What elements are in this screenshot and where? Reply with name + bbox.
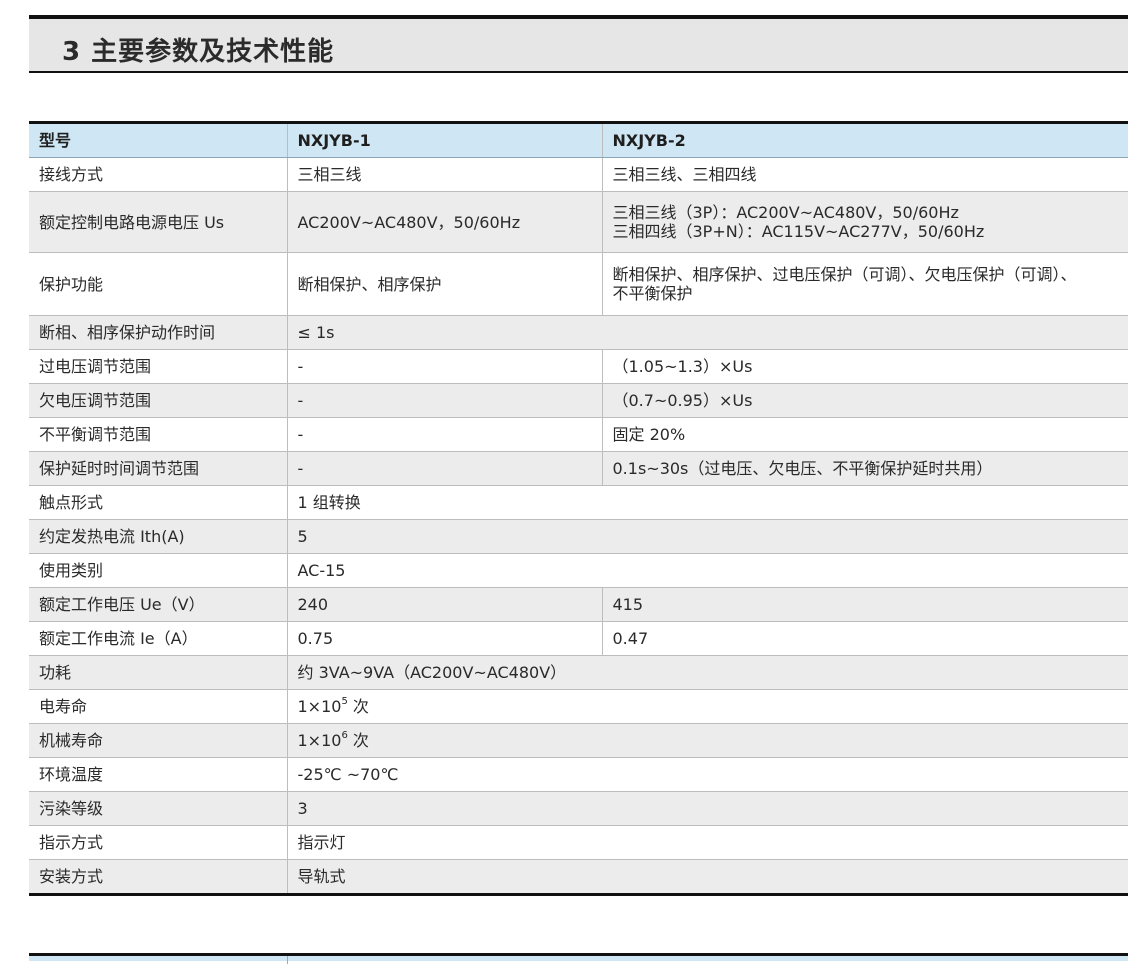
- row-label: 断相、相序保护动作时间: [29, 315, 287, 350]
- table-row: 污染等级 3: [29, 791, 1128, 826]
- column-divider: [287, 956, 288, 964]
- row-label: 过电压调节范围: [29, 349, 287, 384]
- table-row: 额定工作电流 Ie（A） 0.75 0.47: [29, 621, 1128, 656]
- row-label: 机械寿命: [29, 723, 287, 758]
- cell-value: -: [286, 349, 602, 384]
- cell-line: 三相四线（3P+N）：AC115V~AC277V，50/60Hz: [612, 222, 985, 241]
- table-row: 电寿命 1×105 次: [29, 689, 1128, 724]
- row-label: 保护功能: [29, 252, 287, 316]
- cell-value: 1 组转换: [286, 485, 1128, 520]
- life-exponent: 6: [341, 729, 348, 741]
- next-table-top: [29, 953, 1128, 964]
- row-label: 接线方式: [29, 157, 287, 192]
- life-unit: 次: [347, 731, 369, 750]
- row-label: 电寿命: [29, 689, 287, 724]
- life-unit: 次: [347, 697, 369, 716]
- table-row: 触点形式 1 组转换: [29, 485, 1128, 520]
- table-header-row: 型号 NXJYB-1 NXJYB-2: [29, 122, 1128, 158]
- table-row: 断相、相序保护动作时间 ≤ 1s: [29, 315, 1128, 350]
- cell-value: -: [286, 451, 602, 486]
- cell-value: 415: [601, 587, 1128, 622]
- row-label: 污染等级: [29, 791, 287, 826]
- row-label: 额定工作电流 Ie（A）: [29, 621, 287, 656]
- table-row: 机械寿命 1×106 次: [29, 723, 1128, 758]
- cell-value: -: [286, 417, 602, 452]
- cell-value: 三相三线: [286, 157, 602, 192]
- cell-value: 断相保护、相序保护、过电压保护（可调）、欠电压保护（可调）、 不平衡保护: [601, 252, 1128, 316]
- cell-value: AC-15: [286, 553, 1128, 588]
- life-exponent: 5: [341, 695, 348, 707]
- cell-value: 三相三线（3P）：AC200V~AC480V，50/60Hz 三相四线（3P+N…: [601, 191, 1128, 253]
- cell-value: 5: [286, 519, 1128, 554]
- row-label: 额定控制电路电源电压 Us: [29, 191, 287, 253]
- cell-line: 三相三线（3P）：AC200V~AC480V，50/60Hz: [612, 203, 959, 222]
- header-model: 型号: [29, 122, 287, 158]
- spec-table: 型号 NXJYB-1 NXJYB-2 接线方式 三相三线 三相三线、三相四线 额…: [29, 121, 1128, 896]
- cell-value: 三相三线、三相四线: [601, 157, 1128, 192]
- cell-value: 导轨式: [286, 859, 1128, 895]
- cell-value: 0.75: [286, 621, 602, 656]
- cell-value: 固定 20%: [601, 417, 1128, 452]
- table-row: 过电压调节范围 - （1.05~1.3）×Us: [29, 349, 1128, 384]
- row-label: 安装方式: [29, 859, 287, 895]
- cell-value: 3: [286, 791, 1128, 826]
- table-row: 使用类别 AC-15: [29, 553, 1128, 588]
- cell-value: 0.1s~30s（过电压、欠电压、不平衡保护延时共用）: [601, 451, 1128, 486]
- cell-value: （0.7~0.95）×Us: [601, 383, 1128, 418]
- cell-value: 240: [286, 587, 602, 622]
- row-label: 触点形式: [29, 485, 287, 520]
- row-label: 保护延时时间调节范围: [29, 451, 287, 486]
- life-base: 1×10: [297, 697, 342, 716]
- row-label: 额定工作电压 Ue（V）: [29, 587, 287, 622]
- table-row: 保护功能 断相保护、相序保护 断相保护、相序保护、过电压保护（可调）、欠电压保护…: [29, 252, 1128, 316]
- table-row: 环境温度 -25℃ ~70℃: [29, 757, 1128, 792]
- header-nxjyb-2: NXJYB-2: [601, 122, 1128, 158]
- row-label: 指示方式: [29, 825, 287, 860]
- cell-value: -25℃ ~70℃: [286, 757, 1128, 792]
- table-row: 欠电压调节范围 - （0.7~0.95）×Us: [29, 383, 1128, 418]
- table-row: 安装方式 导轨式: [29, 859, 1128, 895]
- table-row: 保护延时时间调节范围 - 0.1s~30s（过电压、欠电压、不平衡保护延时共用）: [29, 451, 1128, 486]
- table-row: 额定控制电路电源电压 Us AC200V~AC480V，50/60Hz 三相三线…: [29, 191, 1128, 253]
- table-row: 指示方式 指示灯: [29, 825, 1128, 860]
- cell-value: ≤ 1s: [286, 315, 1128, 350]
- life-base: 1×10: [297, 731, 342, 750]
- section-header: 3 主要参数及技术性能: [29, 15, 1128, 73]
- row-label: 欠电压调节范围: [29, 383, 287, 418]
- table-row: 不平衡调节范围 - 固定 20%: [29, 417, 1128, 452]
- cell-value: 约 3VA~9VA（AC200V~AC480V）: [286, 655, 1128, 690]
- cell-value: 1×106 次: [286, 723, 1128, 758]
- cell-line: 不平衡保护: [612, 284, 693, 303]
- cell-line: 断相保护、相序保护、过电压保护（可调）、欠电压保护（可调）、: [612, 265, 1077, 284]
- table-row: 额定工作电压 Ue（V） 240 415: [29, 587, 1128, 622]
- cell-value: （1.05~1.3）×Us: [601, 349, 1128, 384]
- section-title: 3 主要参数及技术性能: [62, 37, 335, 67]
- row-label: 不平衡调节范围: [29, 417, 287, 452]
- row-label: 环境温度: [29, 757, 287, 792]
- row-label: 功耗: [29, 655, 287, 690]
- cell-value: 断相保护、相序保护: [286, 252, 602, 316]
- cell-value: AC200V~AC480V，50/60Hz: [286, 191, 602, 253]
- row-label: 使用类别: [29, 553, 287, 588]
- cell-value: 指示灯: [286, 825, 1128, 860]
- table-row: 功耗 约 3VA~9VA（AC200V~AC480V）: [29, 655, 1128, 690]
- cell-value: 0.47: [601, 621, 1128, 656]
- cell-value: -: [286, 383, 602, 418]
- table-row: 接线方式 三相三线 三相三线、三相四线: [29, 157, 1128, 192]
- cell-value: 1×105 次: [286, 689, 1128, 724]
- row-label: 约定发热电流 Ith(A): [29, 519, 287, 554]
- table-row: 约定发热电流 Ith(A) 5: [29, 519, 1128, 554]
- header-nxjyb-1: NXJYB-1: [286, 122, 602, 158]
